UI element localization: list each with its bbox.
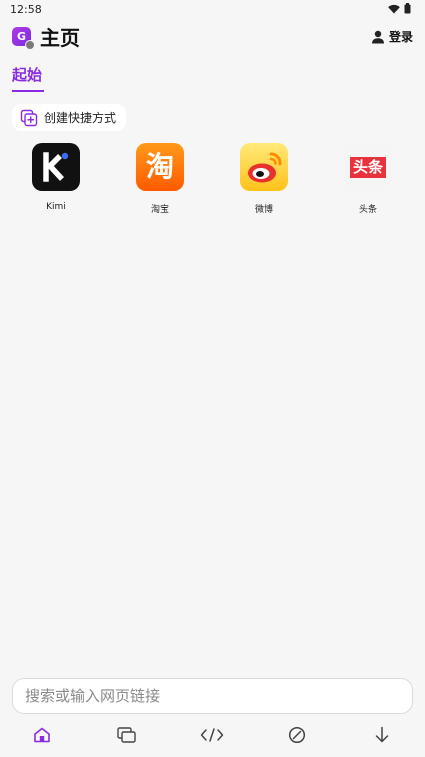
taobao-icon: 淘: [136, 143, 184, 191]
app-icon: G: [12, 27, 35, 50]
kimi-icon: [32, 143, 80, 191]
home-icon: [34, 727, 50, 743]
shortcut-label: 微博: [254, 205, 273, 215]
download-icon: [375, 726, 389, 743]
page-title: 主页: [40, 26, 80, 50]
search-bar[interactable]: [12, 678, 413, 714]
block-icon: [288, 726, 306, 744]
app-badge-icon: [25, 40, 35, 50]
shortcut-label: Kimi: [46, 202, 66, 212]
tabs-icon: [117, 727, 136, 743]
shortcut-weibo[interactable]: 微博: [224, 143, 304, 215]
wifi-icon: [388, 4, 400, 13]
code-icon: [200, 728, 224, 742]
nav-download-button[interactable]: [369, 722, 395, 748]
search-input[interactable]: [25, 687, 400, 705]
weibo-icon: [240, 143, 288, 191]
status-icons: [388, 3, 411, 14]
tab-start[interactable]: 起始: [12, 64, 42, 85]
nav-home-button[interactable]: [29, 722, 55, 748]
toutiao-glyph: 头条: [349, 156, 386, 178]
add-shortcut-icon: [20, 109, 38, 126]
shortcut-toutiao[interactable]: 头条 头条: [328, 143, 408, 215]
shortcut-label: 头条: [358, 205, 377, 215]
nav-block-button[interactable]: [284, 722, 310, 748]
create-shortcut-label: 创建快捷方式: [44, 111, 117, 125]
nav-tabs-button[interactable]: [114, 722, 140, 748]
shortcut-taobao[interactable]: 淘 淘宝: [120, 143, 200, 215]
nav-code-button[interactable]: [199, 722, 225, 748]
shortcut-label: 淘宝: [150, 205, 169, 215]
shortcut-kimi[interactable]: Kimi: [16, 143, 96, 212]
login-label: 登录: [388, 30, 413, 44]
taobao-glyph: 淘: [145, 150, 174, 183]
login-button[interactable]: 登录: [371, 28, 413, 45]
toutiao-icon: 头条: [344, 143, 392, 191]
status-time: 12:58: [10, 3, 42, 16]
user-icon: [371, 30, 384, 43]
status-bar: 12:58: [0, 0, 425, 20]
tab-indicator: [12, 90, 44, 92]
create-shortcut-button[interactable]: 创建快捷方式: [12, 104, 127, 131]
browser-home-screen: 12:58 G 主页 登录 起始 创建快捷方式 Kimi 淘 淘宝 微博 头条 …: [0, 0, 425, 757]
battery-icon: [404, 3, 411, 14]
bottom-nav: [0, 722, 425, 748]
